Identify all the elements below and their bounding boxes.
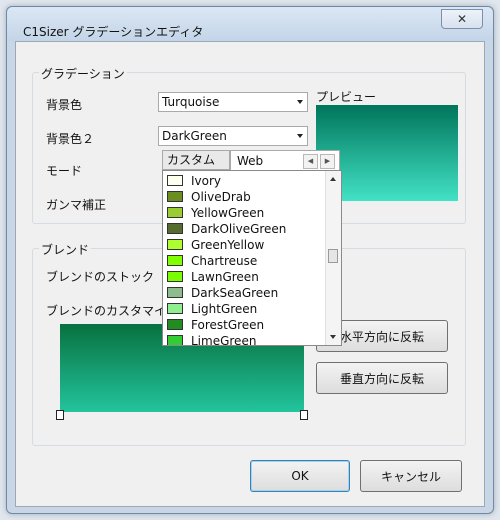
flip-horizontal-label: 水平方向に反転 [339, 329, 424, 344]
title-bar: C1Sizer グラデーションエディタ ✕ [7, 7, 493, 41]
bg-color-select[interactable]: Turquoise [158, 92, 308, 112]
gradient-editor-window: C1Sizer グラデーションエディタ ✕ グラデーション 背景色 Turquo… [6, 6, 494, 514]
bg-color-value: Turquoise [162, 95, 220, 109]
bg-color-label: 背景色 [46, 98, 83, 112]
list-item-label: GreenYellow [191, 238, 265, 252]
list-item-label: LimeGreen [191, 334, 257, 346]
list-item-label: DarkOliveGreen [191, 222, 287, 236]
blend-stop-right[interactable] [300, 410, 308, 420]
flip-vertical-label: 垂直方向に反転 [339, 371, 424, 386]
list-item-label: LightGreen [191, 302, 258, 316]
blend-stock-label: ブレンドのストック [46, 270, 155, 284]
gamma-label: ガンマ補正 [46, 198, 107, 212]
window-title: C1Sizer グラデーションエディタ [23, 25, 204, 39]
color-swatch [167, 175, 183, 186]
close-button[interactable]: ✕ [441, 9, 483, 29]
color-swatch [167, 303, 183, 314]
color-list-dropdown: Ivory OliveDrab YellowGreen DarkOliveGre… [162, 170, 342, 346]
tab-custom-label: カスタム [167, 153, 216, 167]
color-swatch [167, 191, 183, 202]
color-list-scrollbar[interactable] [325, 171, 341, 345]
blend-group-label: ブレンド [39, 241, 92, 258]
preview-label: プレビュー [316, 90, 377, 104]
gradient-group-label: グラデーション [39, 65, 127, 82]
flip-vertical-button[interactable]: 垂直方向に反転 [316, 362, 448, 394]
list-item-chartreuse[interactable]: Chartreuse [167, 253, 327, 269]
mode-label: モード [46, 164, 83, 178]
tab-web[interactable]: Web ◀ ▶ [230, 150, 340, 172]
chevron-down-icon [297, 100, 303, 104]
list-item-label: LawnGreen [191, 270, 259, 284]
list-item-label: DarkSeaGreen [191, 286, 279, 300]
tab-web-label: Web [237, 154, 264, 168]
scroll-thumb[interactable] [328, 249, 338, 263]
list-item-forestgreen[interactable]: ForestGreen [167, 317, 327, 333]
ok-label: OK [291, 469, 309, 483]
bg-color2-label: 背景色２ [46, 132, 95, 146]
list-item-lawngreen[interactable]: LawnGreen [167, 269, 327, 285]
color-swatch [167, 271, 183, 282]
list-item-ivory[interactable]: Ivory [167, 173, 327, 189]
chevron-down-icon [297, 134, 303, 138]
bg-color2-value: DarkGreen [162, 129, 227, 143]
list-item-limegreen[interactable]: LimeGreen [167, 333, 327, 346]
list-item-darkolivegreen[interactable]: DarkOliveGreen [167, 221, 327, 237]
ok-button[interactable]: OK [250, 460, 350, 492]
tab-next-button[interactable]: ▶ [320, 154, 335, 169]
cancel-label: キャンセル [380, 469, 441, 484]
list-item-lightgreen[interactable]: LightGreen [167, 301, 327, 317]
list-item-label: Ivory [191, 174, 222, 188]
tab-prev-button[interactable]: ◀ [303, 154, 318, 169]
list-item-yellowgreen[interactable]: YellowGreen [167, 205, 327, 221]
list-item-greenyellow[interactable]: GreenYellow [167, 237, 327, 253]
scroll-down-icon[interactable] [330, 335, 336, 339]
color-swatch [167, 287, 183, 298]
tab-custom[interactable]: カスタム [162, 150, 230, 170]
color-swatch [167, 319, 183, 330]
cancel-button[interactable]: キャンセル [360, 460, 462, 492]
color-swatch [167, 255, 183, 266]
list-item-label: Chartreuse [191, 254, 258, 268]
chevron-right-icon: ▶ [324, 157, 331, 165]
bg-color2-select[interactable]: DarkGreen [158, 126, 308, 146]
list-item-label: OliveDrab [191, 190, 251, 204]
color-swatch [167, 239, 183, 250]
color-swatch [167, 207, 183, 218]
chevron-left-icon: ◀ [307, 157, 314, 165]
dialog-body: グラデーション 背景色 Turquoise 背景色２ DarkGreen モード… [15, 41, 485, 507]
scroll-up-icon[interactable] [330, 177, 336, 181]
list-item-olivedrab[interactable]: OliveDrab [167, 189, 327, 205]
list-item-darkseagreen[interactable]: DarkSeaGreen [167, 285, 327, 301]
blend-stop-left[interactable] [56, 410, 64, 420]
list-item-label: ForestGreen [191, 318, 265, 332]
color-swatch [167, 335, 183, 345]
color-swatch [167, 223, 183, 234]
list-item-label: YellowGreen [191, 206, 265, 220]
blend-custom-label: ブレンドのカスタマイ [46, 304, 167, 318]
close-icon: ✕ [456, 12, 468, 26]
